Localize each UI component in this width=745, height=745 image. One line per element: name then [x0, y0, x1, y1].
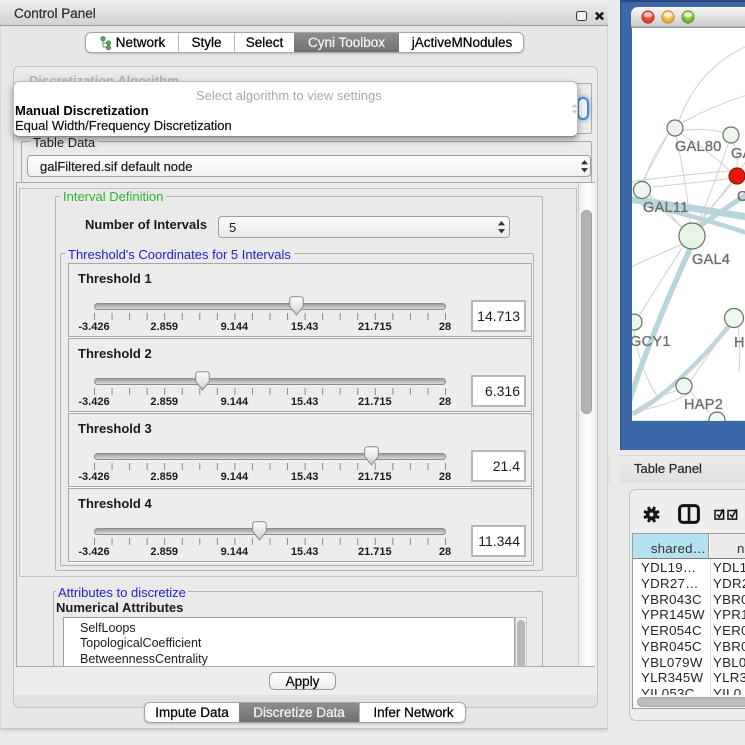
svg-text:HAP2: HAP2 [684, 397, 723, 413]
svg-text:GAL11: GAL11 [643, 200, 689, 216]
svg-text:GA: GA [731, 146, 745, 162]
svg-text:H: H [734, 335, 745, 351]
svg-text:GAL4: GAL4 [692, 252, 730, 268]
svg-text:GCY1: GCY1 [630, 334, 671, 350]
svg-text:GAL80: GAL80 [675, 139, 722, 155]
svg-text:C: C [737, 189, 745, 205]
